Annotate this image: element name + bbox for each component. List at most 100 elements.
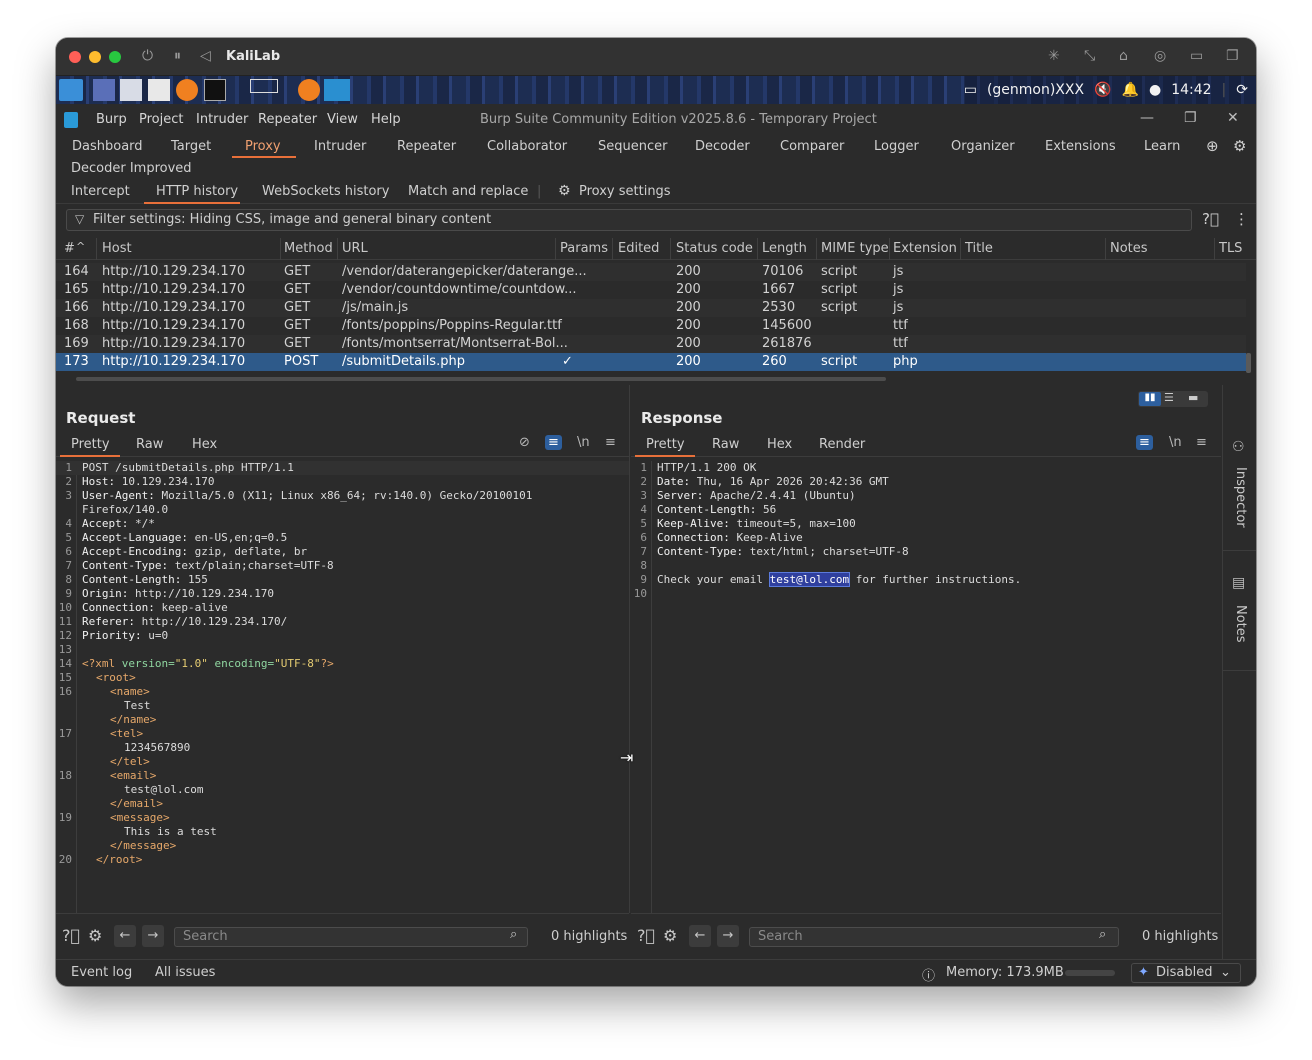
col-params[interactable]: Params (560, 241, 608, 256)
minimize-window-button[interactable] (89, 51, 101, 63)
disc-icon[interactable]: ◎ (1154, 48, 1166, 64)
hide-icon[interactable]: ⊘ (519, 435, 530, 450)
col-title[interactable]: Title (965, 241, 993, 256)
menu-icon[interactable]: ≡ (1196, 435, 1207, 450)
next-arrow-icon[interactable]: → (717, 925, 739, 947)
layout-columns-icon[interactable]: ▮▮ (1139, 392, 1161, 406)
col-notes[interactable]: Notes (1110, 241, 1148, 256)
response-tab-hex[interactable]: Hex (767, 437, 792, 452)
response-tab-render[interactable]: Render (819, 437, 865, 452)
tab-learn[interactable]: Learn (1144, 139, 1180, 154)
layout-toggle[interactable]: ▮▮ ☰ ▬ (1138, 391, 1208, 407)
next-arrow-icon[interactable]: → (142, 925, 164, 947)
firefox-task-icon[interactable] (298, 79, 320, 101)
col-extension[interactable]: Extension (893, 241, 957, 256)
chevron-down-icon[interactable]: ⌄ (1220, 965, 1231, 980)
minimize-icon[interactable]: — (1140, 110, 1154, 126)
col-status[interactable]: Status code (676, 241, 753, 256)
menu-view[interactable]: View (327, 112, 358, 127)
settings-icon[interactable]: ⚙ (1233, 137, 1246, 155)
response-search-input[interactable]: Search (749, 927, 1119, 947)
terminal-icon[interactable] (204, 79, 226, 101)
wrap-icon[interactable]: ≡ (545, 435, 562, 450)
restore-icon[interactable]: ❐ (1184, 110, 1197, 126)
help-icon[interactable]: ?⃝ (637, 926, 655, 945)
tab-collaborator[interactable]: Collaborator (487, 139, 567, 154)
table-row[interactable]: 166 http://10.129.234.170 GET/js/main.js 20… (56, 299, 1246, 317)
filter-bar[interactable]: ▽ Filter settings: Hiding CSS, image and… (66, 209, 1192, 231)
proxy-settings-button[interactable]: Proxy settings (579, 184, 671, 199)
newline-icon[interactable]: \n (577, 435, 590, 450)
menu-icon[interactable]: ≡ (605, 435, 616, 450)
tab-decoder[interactable]: Decoder (695, 139, 750, 154)
request-tab-pretty[interactable]: Pretty (71, 437, 110, 452)
col-method[interactable]: Method (284, 241, 333, 256)
menu-repeater[interactable]: Repeater (258, 112, 317, 127)
mute-icon[interactable]: 🔇 (1094, 82, 1111, 98)
response-tab-pretty[interactable]: Pretty (646, 437, 685, 452)
col-tls[interactable]: TLS (1219, 241, 1242, 256)
col-mime[interactable]: MIME type (821, 241, 889, 256)
tab-extensions[interactable]: Extensions (1045, 139, 1116, 154)
table-row[interactable]: 173 http://10.129.234.170 POST/submitDetai… (56, 353, 1246, 371)
clock[interactable]: 14:42 (1171, 82, 1211, 98)
col-length[interactable]: Length (762, 241, 807, 256)
notes-tab[interactable]: Notes (1233, 605, 1248, 643)
tab-target[interactable]: Target (171, 139, 211, 154)
prev-arrow-icon[interactable]: ← (114, 925, 136, 947)
genmon-label[interactable]: (genmon)XXX (987, 82, 1084, 98)
menu-help[interactable]: Help (371, 112, 401, 127)
power-icon[interactable]: ⏻ (142, 48, 153, 64)
inspector-tab[interactable]: Inspector (1233, 467, 1248, 528)
gear-icon[interactable]: ⚙ (558, 183, 571, 199)
layout-single-icon[interactable]: ▬ (1188, 391, 1198, 404)
tab-proxy[interactable]: Proxy (245, 139, 281, 154)
usb-icon[interactable]: ⌂ (1119, 48, 1128, 64)
settings-icon[interactable]: ⚙ (663, 926, 677, 945)
table-row[interactable]: 168 http://10.129.234.170 GET/fonts/poppin… (56, 317, 1246, 335)
windows-icon[interactable]: ❐ (1226, 48, 1239, 64)
table-row[interactable]: 165 http://10.129.234.170 GET/vendor/count… (56, 281, 1246, 299)
sort-up-icon[interactable]: ^ (76, 240, 85, 253)
tab-dashboard[interactable]: Dashboard (72, 139, 143, 154)
horizontal-scrollbar[interactable] (76, 377, 886, 381)
bell-icon[interactable]: 🔔 (1122, 82, 1139, 98)
tab-logger[interactable]: Logger (874, 139, 919, 154)
layout-rows-icon[interactable]: ☰ (1164, 391, 1174, 404)
search-icon[interactable]: ⌕ (1099, 927, 1106, 942)
tab-decoder-improved[interactable]: Decoder Improved (71, 161, 192, 176)
settings-icon[interactable]: ⚙ (88, 926, 102, 945)
burp-task-icon[interactable] (324, 79, 350, 101)
refresh-icon[interactable]: ⟳ (1236, 82, 1248, 98)
tab-intruder[interactable]: Intruder (314, 139, 366, 154)
kali-menu-icon[interactable] (59, 79, 83, 101)
search-icon[interactable]: ⌕ (510, 927, 517, 942)
response-tab-raw[interactable]: Raw (712, 437, 739, 452)
help-icon[interactable]: ?⃝ (62, 926, 80, 945)
col-host[interactable]: Host (102, 241, 132, 256)
tab-sequencer[interactable]: Sequencer (598, 139, 667, 154)
menu-intruder[interactable]: Intruder (196, 112, 248, 127)
table-row[interactable]: 164 http://10.129.234.170 GET/vendor/dater… (56, 263, 1246, 281)
prev-arrow-icon[interactable]: ← (689, 925, 711, 947)
all-issues-button[interactable]: All issues (155, 965, 215, 980)
event-log-button[interactable]: Event log (71, 965, 132, 980)
email-highlight[interactable]: test@lol.com (768, 572, 851, 587)
firefox-icon[interactable] (176, 79, 198, 101)
desktop-icon[interactable] (93, 79, 115, 101)
request-tab-raw[interactable]: Raw (136, 437, 163, 452)
menu-project[interactable]: Project (139, 112, 183, 127)
table-row[interactable]: 169 http://10.129.234.170 GET/fonts/montse… (56, 335, 1246, 353)
request-tab-hex[interactable]: Hex (192, 437, 217, 452)
monitor-icon[interactable]: ▭ (964, 82, 977, 98)
maximize-window-button[interactable] (109, 51, 121, 63)
tab-comparer[interactable]: Comparer (780, 139, 844, 154)
brightness-icon[interactable]: ✳ (1048, 48, 1060, 64)
wrap-icon[interactable]: ≡ (1136, 435, 1153, 450)
back-icon[interactable]: ◁ (200, 48, 211, 64)
tab-match-replace[interactable]: Match and replace (408, 184, 528, 199)
menu-burp[interactable]: Burp (96, 112, 127, 127)
files-icon[interactable] (120, 79, 142, 101)
newline-icon[interactable]: \n (1169, 435, 1182, 450)
col-id[interactable]: # (64, 241, 75, 256)
